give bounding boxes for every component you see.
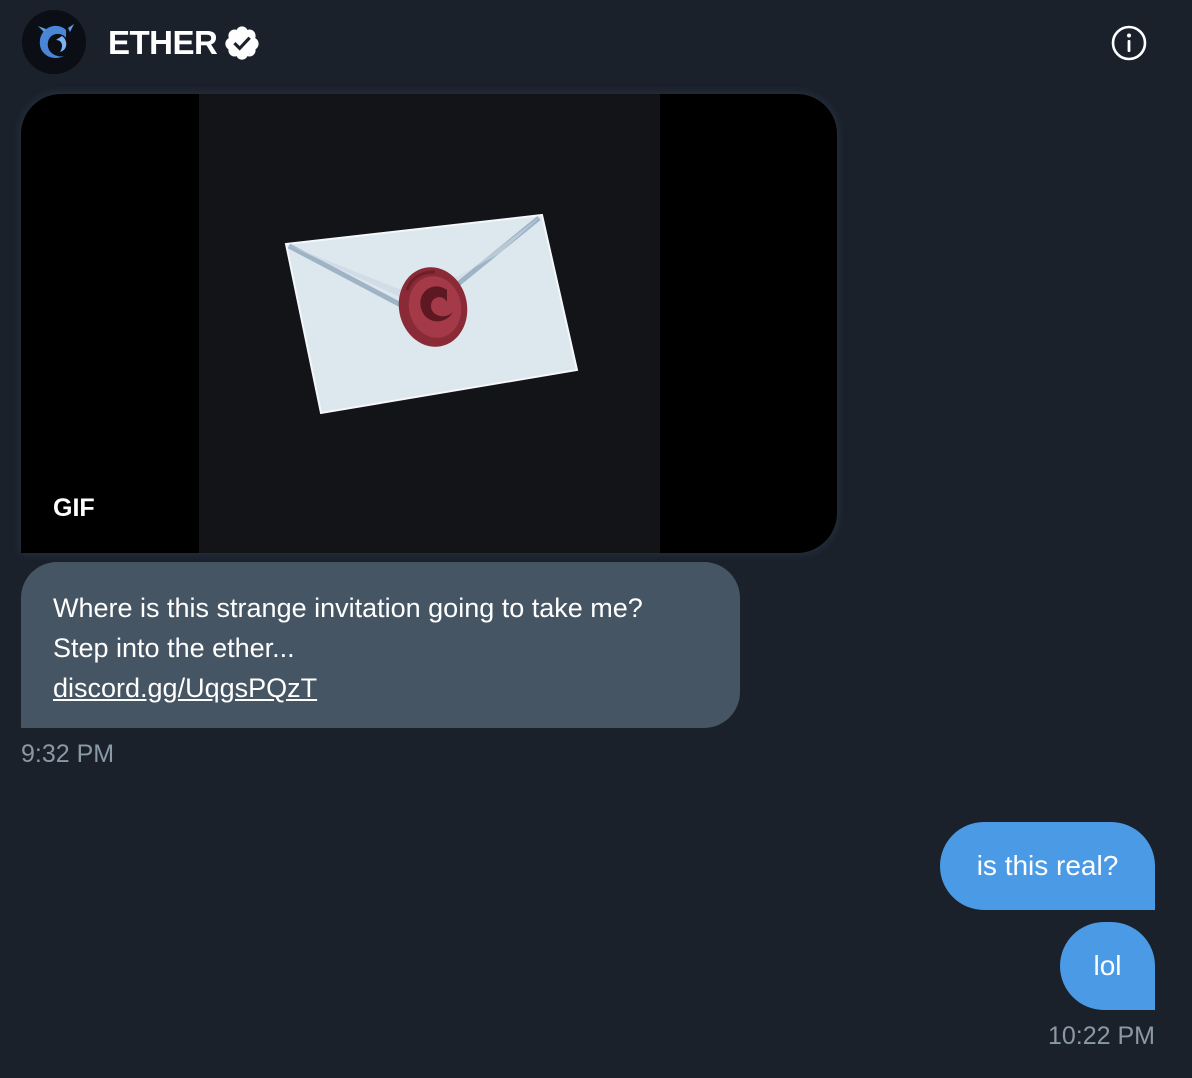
dragon-logo-icon xyxy=(22,10,86,74)
message-timestamp: 10:22 PM xyxy=(1047,1022,1155,1050)
envelope-image xyxy=(284,213,579,415)
gif-frame xyxy=(199,94,660,553)
gif-media[interactable]: GIF xyxy=(21,94,837,553)
message-text-line-2: Step into the ether... xyxy=(53,633,295,663)
dm-conversation: ETHER GIF Where is this strange invitati… xyxy=(0,0,1192,1078)
outgoing-message-text: lol xyxy=(1093,950,1122,981)
gif-badge: GIF xyxy=(53,494,95,522)
discord-invite-link[interactable]: discord.gg/UqgsPQzT xyxy=(53,668,708,708)
outgoing-message-bubble[interactable]: is this real? xyxy=(940,822,1155,910)
incoming-message-bubble: Where is this strange invitation going t… xyxy=(21,562,740,728)
title-group: ETHER xyxy=(108,20,261,66)
verified-badge-icon xyxy=(223,24,261,62)
message-timestamp: 9:32 PM xyxy=(21,740,115,768)
conversation-title[interactable]: ETHER xyxy=(108,24,218,62)
info-icon[interactable] xyxy=(1110,24,1148,62)
outgoing-message-bubble[interactable]: lol xyxy=(1060,922,1155,1010)
message-text-line-1: Where is this strange invitation going t… xyxy=(53,593,643,623)
avatar[interactable] xyxy=(22,10,86,74)
outgoing-message-text: is this real? xyxy=(976,850,1119,881)
conversation-header: ETHER xyxy=(0,0,1192,86)
